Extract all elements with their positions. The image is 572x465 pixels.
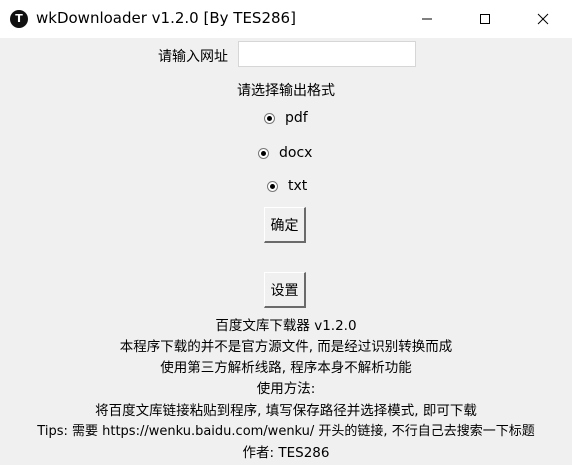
window-title: wkDownloader v1.2.0 [By TES286] (36, 9, 296, 27)
info-line-disclaimer: 本程序下载的并不是官方源文件, 而是经过识别转换而成 (119, 339, 453, 355)
app-logo-icon: T (10, 10, 28, 28)
radio-button-icon (267, 180, 278, 192)
maximize-button[interactable] (458, 0, 512, 38)
info-line-usage: 将百度文库链接粘贴到程序, 填写保存路径并选择模式, 即可下载 (95, 403, 477, 419)
main-content: 请输入网址 请选择输出格式 pdf docx txt 确定 设置 百度文库下载器… (0, 38, 572, 465)
url-input[interactable] (238, 41, 416, 67)
format-prompt: 请选择输出格式 (237, 83, 335, 99)
title-bar: T wkDownloader v1.2.0 [By TES286] (0, 0, 572, 38)
radio-docx-label: docx (279, 145, 313, 161)
info-line-parser: 使用第三方解析线路, 程序本身不解析功能 (160, 360, 412, 376)
minimize-button[interactable] (400, 0, 454, 38)
radio-docx[interactable]: docx (258, 145, 312, 161)
info-line-usage-heading: 使用方法: (256, 381, 316, 397)
minimize-icon (422, 18, 432, 20)
settings-button[interactable]: 设置 (264, 272, 306, 308)
url-label: 请输入网址 (158, 49, 228, 65)
radio-txt-label: txt (288, 178, 308, 194)
radio-button-icon (258, 147, 269, 159)
radio-pdf-label: pdf (285, 110, 308, 126)
radio-pdf[interactable]: pdf (264, 110, 308, 126)
info-line-author: 作者: TES286 (242, 445, 330, 461)
info-line-tips: Tips: 需要 https://wenku.baidu.com/wenku/ … (37, 424, 535, 439)
radio-txt[interactable]: txt (267, 178, 307, 194)
info-line-title: 百度文库下载器 v1.2.0 (215, 318, 357, 334)
close-button[interactable] (516, 0, 570, 38)
close-icon (537, 13, 549, 25)
confirm-button[interactable]: 确定 (264, 207, 306, 243)
radio-button-icon (264, 112, 275, 124)
maximize-icon (480, 14, 490, 24)
